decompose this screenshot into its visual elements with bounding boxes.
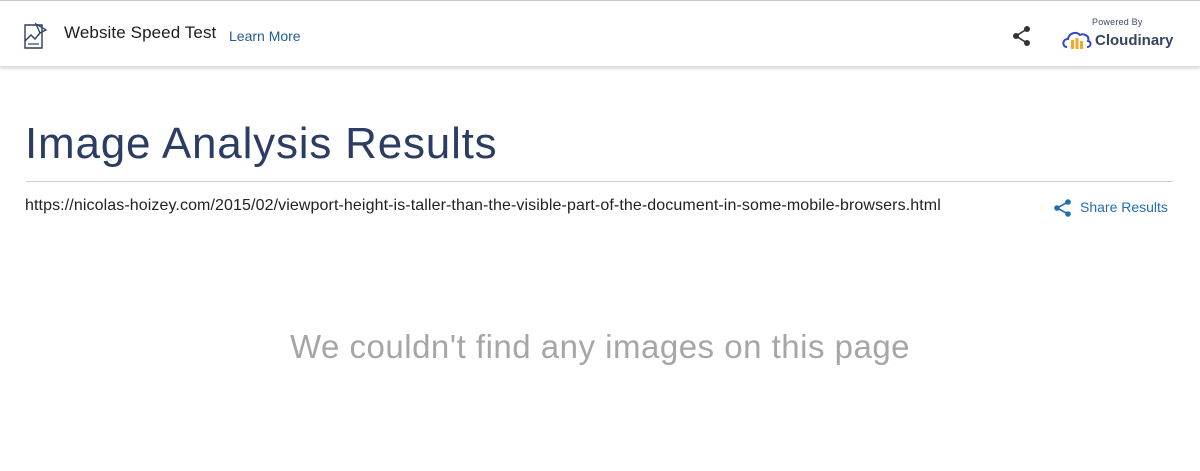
speed-test-logo-icon[interactable] [22, 21, 50, 51]
share-icon [1053, 198, 1073, 218]
title-divider [26, 181, 1173, 182]
top-bar: Website Speed Test Learn More Powered By… [0, 0, 1200, 67]
page-title: Image Analysis Results [25, 119, 498, 168]
no-images-message: We couldn't find any images on this page [289, 328, 911, 365]
share-results-label: Share Results [1080, 199, 1168, 215]
cloudinary-cloud-icon [1061, 28, 1093, 50]
powered-by-cloudinary[interactable]: Powered By Cloudinary [1058, 15, 1178, 57]
share-results-button[interactable]: Share Results [1053, 196, 1178, 220]
app-title: Website Speed Test [64, 23, 217, 42]
analyzed-url: https://nicolas-hoizey.com/2015/02/viewp… [25, 197, 941, 214]
share-icon[interactable] [1011, 25, 1033, 47]
brand-name: Cloudinary [1095, 32, 1174, 49]
powered-by-label: Powered By [1092, 17, 1143, 27]
learn-more-link[interactable]: Learn More [229, 28, 301, 44]
